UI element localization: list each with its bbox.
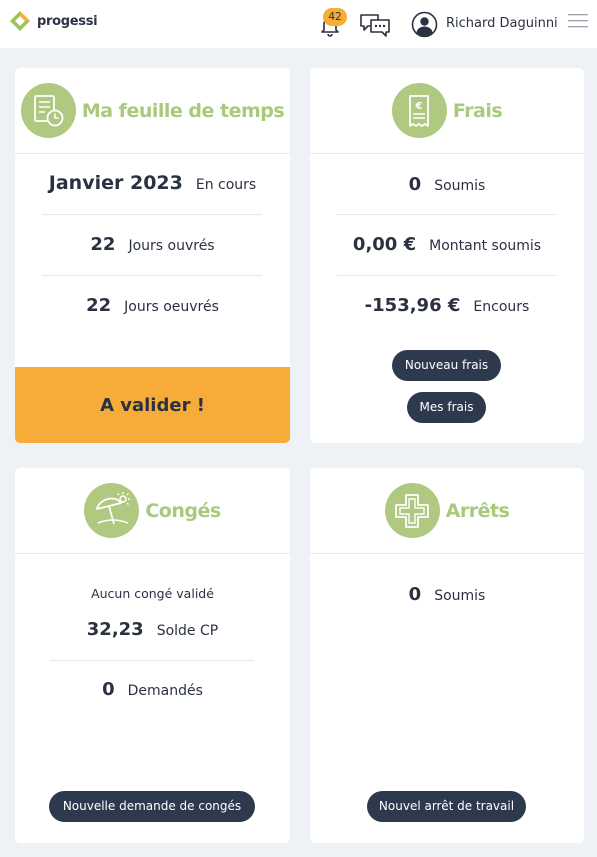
expenses-card-header[interactable]: € Frais: [310, 68, 584, 154]
top-bar: progessi 42 Richard Daguinni: [0, 0, 597, 48]
divider: [337, 275, 557, 276]
timesheet-period: Janvier 2023 En cours: [15, 172, 290, 194]
divider: [42, 275, 262, 276]
new-leave-request-button[interactable]: Nouvelle demande de congés: [49, 791, 255, 822]
worked-days: 22 Jours oeuvrés: [15, 295, 290, 316]
expenses-amount-label: Montant soumis: [429, 238, 542, 254]
timesheet-card: Ma feuille de temps Janvier 2023 En cour…: [15, 68, 290, 443]
timesheet-title: Ma feuille de temps: [81, 99, 285, 122]
leaves-balance: 32,23 Solde CP: [15, 619, 290, 640]
logo-icon: [10, 11, 30, 31]
user-name[interactable]: Richard Daguinni: [446, 16, 558, 31]
worked-days-value: 22: [86, 295, 112, 316]
notification-badge: 42: [323, 8, 347, 26]
leaves-requested: 0 Demandés: [15, 679, 290, 700]
leaves-note: Aucun congé validé: [91, 586, 214, 601]
beach-umbrella-sun-icon: [95, 491, 130, 524]
expenses-title: Frais: [452, 99, 503, 122]
leaves-balance-value: 32,23: [86, 619, 144, 640]
logo-text: progessi: [37, 13, 98, 29]
leaves-requested-label: Demandés: [127, 683, 203, 699]
timesheet-icon-circle: [20, 83, 76, 138]
leaves-balance-label: Solde CP: [156, 623, 219, 639]
sick-leaves-title: Arrêts: [445, 499, 510, 522]
sick-leaves-submitted: 0 Soumis: [310, 584, 584, 605]
sick-leaves-submitted-label: Soumis: [434, 588, 486, 604]
divider: [42, 214, 262, 215]
leaves-requested-value: 0: [102, 679, 115, 700]
leaves-card: Congés Aucun congé validé 32,23 Solde CP…: [15, 468, 290, 843]
expenses-amount-value: 0,00 €: [352, 234, 417, 255]
expenses-submitted-value: 0: [408, 174, 422, 195]
new-expense-button[interactable]: Nouveau frais: [392, 350, 501, 381]
working-days-value: 22: [90, 234, 116, 255]
expenses-icon-circle: €: [391, 83, 447, 138]
working-days-label: Jours ouvrés: [128, 238, 215, 254]
expenses-submitted: 0 Soumis: [310, 174, 584, 195]
divider: [50, 660, 254, 661]
working-days: 22 Jours ouvrés: [15, 234, 290, 255]
hamburger-menu-icon[interactable]: [568, 13, 588, 29]
expenses-pending-label: Encours: [473, 299, 530, 315]
expenses-card: € Frais 0 Soumis 0,00 € Montant soumis -…: [310, 68, 584, 443]
my-expenses-button[interactable]: Mes frais: [407, 392, 486, 423]
leaves-card-header[interactable]: Congés: [15, 468, 290, 554]
sick-leaves-icon-circle: [384, 483, 440, 538]
expenses-pending: -153,96 € Encours: [310, 295, 584, 316]
user-avatar-icon[interactable]: [411, 11, 438, 38]
worked-days-label: Jours oeuvrés: [124, 299, 219, 315]
validate-timesheet-button[interactable]: A valider !: [15, 367, 290, 443]
sick-leaves-card: Arrêts 0 Soumis Nouvel arrêt de travail: [310, 468, 584, 843]
sick-leaves-card-header[interactable]: Arrêts: [310, 468, 584, 554]
logo[interactable]: progessi: [9, 10, 98, 32]
new-sick-leave-button[interactable]: Nouvel arrêt de travail: [367, 791, 526, 822]
timesheet-icon: [34, 94, 64, 126]
expenses-submitted-label: Soumis: [434, 178, 486, 194]
chat-icon[interactable]: [359, 12, 391, 38]
expenses-amount: 0,00 € Montant soumis: [310, 234, 584, 255]
timesheet-card-header[interactable]: Ma feuille de temps: [15, 68, 290, 154]
period-value: Janvier 2023: [48, 172, 183, 194]
medical-cross-icon: [395, 493, 430, 528]
svg-text:€: €: [415, 101, 423, 112]
expenses-pending-value: -153,96 €: [364, 295, 461, 316]
leaves-icon-circle: [84, 483, 140, 538]
sick-leaves-submitted-value: 0: [408, 584, 422, 605]
divider: [337, 214, 557, 215]
leaves-title: Congés: [145, 499, 221, 522]
receipt-euro-icon: €: [409, 94, 430, 127]
period-status: En cours: [195, 177, 257, 193]
